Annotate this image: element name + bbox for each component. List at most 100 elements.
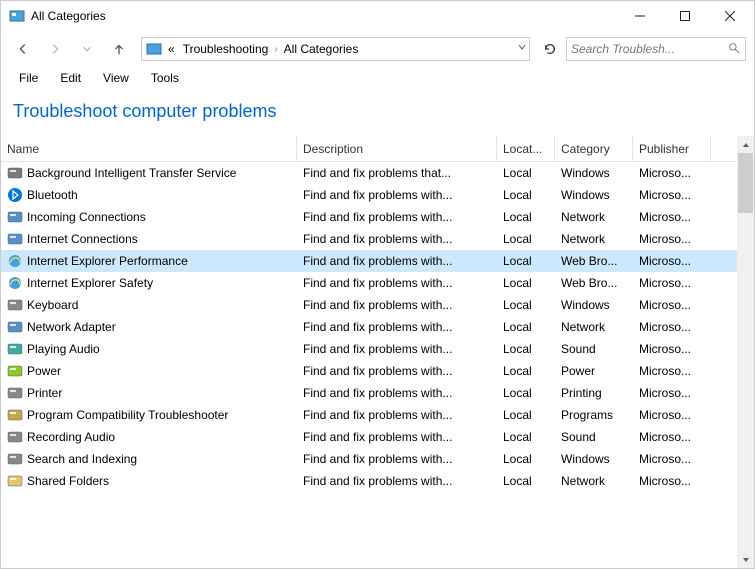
row-publisher: Microso... bbox=[633, 430, 711, 444]
close-button[interactable] bbox=[707, 2, 752, 31]
row-location: Local bbox=[497, 320, 555, 334]
column-headers: Name Description Locat... Category Publi… bbox=[1, 136, 737, 162]
row-name: Internet Explorer Performance bbox=[27, 254, 188, 268]
row-description: Find and fix problems with... bbox=[297, 298, 497, 312]
breadcrumb-seg1[interactable]: Troubleshooting bbox=[181, 42, 271, 56]
row-name: Printer bbox=[27, 386, 62, 400]
recent-dropdown[interactable] bbox=[73, 35, 101, 63]
row-name: Shared Folders bbox=[27, 474, 109, 488]
row-location: Local bbox=[497, 166, 555, 180]
row-category: Programs bbox=[555, 408, 633, 422]
row-publisher: Microso... bbox=[633, 210, 711, 224]
address-icon bbox=[146, 41, 162, 57]
page-heading: Troubleshoot computer problems bbox=[1, 93, 754, 136]
refresh-button[interactable] bbox=[538, 37, 562, 61]
search-box[interactable] bbox=[566, 37, 746, 61]
menu-view[interactable]: View bbox=[93, 69, 139, 87]
row-category: Windows bbox=[555, 166, 633, 180]
scroll-up-button[interactable] bbox=[737, 136, 754, 153]
forward-button[interactable] bbox=[41, 35, 69, 63]
address-bar[interactable]: « Troubleshooting › All Categories bbox=[141, 37, 530, 61]
row-category: Windows bbox=[555, 452, 633, 466]
minimize-button[interactable] bbox=[617, 2, 662, 31]
ie-icon bbox=[7, 253, 23, 269]
table-row[interactable]: Playing AudioFind and fix problems with.… bbox=[1, 338, 737, 360]
back-button[interactable] bbox=[9, 35, 37, 63]
row-name: Power bbox=[27, 364, 61, 378]
row-name: Search and Indexing bbox=[27, 452, 137, 466]
bt-icon bbox=[7, 187, 23, 203]
row-location: Local bbox=[497, 386, 555, 400]
table-row[interactable]: Shared FoldersFind and fix problems with… bbox=[1, 470, 737, 492]
row-name: Network Adapter bbox=[27, 320, 116, 334]
row-publisher: Microso... bbox=[633, 320, 711, 334]
row-location: Local bbox=[497, 298, 555, 312]
menu-tools[interactable]: Tools bbox=[141, 69, 189, 87]
row-publisher: Microso... bbox=[633, 254, 711, 268]
row-location: Local bbox=[497, 276, 555, 290]
row-category: Sound bbox=[555, 342, 633, 356]
list-view[interactable]: Name Description Locat... Category Publi… bbox=[1, 136, 737, 568]
row-description: Find and fix problems with... bbox=[297, 276, 497, 290]
chevron-right-icon[interactable]: › bbox=[274, 44, 277, 55]
row-location: Local bbox=[497, 408, 555, 422]
row-name: Background Intelligent Transfer Service bbox=[27, 166, 236, 180]
table-row[interactable]: Network AdapterFind and fix problems wit… bbox=[1, 316, 737, 338]
table-row[interactable]: KeyboardFind and fix problems with...Loc… bbox=[1, 294, 737, 316]
menu-edit[interactable]: Edit bbox=[50, 69, 91, 87]
row-publisher: Microso... bbox=[633, 298, 711, 312]
row-description: Find and fix problems with... bbox=[297, 364, 497, 378]
row-name: Internet Connections bbox=[27, 232, 138, 246]
title-bar: All Categories bbox=[1, 1, 754, 31]
maximize-button[interactable] bbox=[662, 2, 707, 31]
mic-icon bbox=[7, 429, 23, 445]
pwr-icon bbox=[7, 363, 23, 379]
col-category[interactable]: Category bbox=[555, 136, 633, 161]
row-category: Network bbox=[555, 232, 633, 246]
table-row[interactable]: Recording AudioFind and fix problems wit… bbox=[1, 426, 737, 448]
row-description: Find and fix problems with... bbox=[297, 452, 497, 466]
search-input[interactable] bbox=[571, 42, 728, 56]
row-location: Local bbox=[497, 210, 555, 224]
table-row[interactable]: Incoming ConnectionsFind and fix problem… bbox=[1, 206, 737, 228]
table-row[interactable]: Internet Explorer Safety Find and fix pro… bbox=[1, 272, 737, 294]
address-dropdown[interactable] bbox=[517, 41, 527, 55]
srch-icon bbox=[7, 451, 23, 467]
row-category: Sound bbox=[555, 430, 633, 444]
row-name: Internet Explorer Safety bbox=[27, 276, 153, 290]
prg-icon bbox=[7, 407, 23, 423]
row-category: Network bbox=[555, 320, 633, 334]
col-publisher[interactable]: Publisher bbox=[633, 136, 711, 161]
row-publisher: Microso... bbox=[633, 188, 711, 202]
prn-icon bbox=[7, 385, 23, 401]
col-location[interactable]: Locat... bbox=[497, 136, 555, 161]
breadcrumb-seg2[interactable]: All Categories bbox=[282, 42, 361, 56]
table-row[interactable]: Internet Explorer PerformanceFind and fi… bbox=[1, 250, 737, 272]
table-row[interactable]: BluetoothFind and fix problems with...Lo… bbox=[1, 184, 737, 206]
up-button[interactable] bbox=[105, 35, 133, 63]
scroll-track[interactable] bbox=[737, 153, 754, 551]
row-category: Network bbox=[555, 210, 633, 224]
scroll-down-button[interactable] bbox=[737, 551, 754, 568]
col-description[interactable]: Description bbox=[297, 136, 497, 161]
search-icon[interactable] bbox=[728, 42, 741, 56]
scroll-thumb[interactable] bbox=[738, 153, 753, 213]
table-row[interactable]: Background Intelligent Transfer ServiceF… bbox=[1, 162, 737, 184]
row-description: Find and fix problems with... bbox=[297, 408, 497, 422]
app-icon bbox=[9, 8, 25, 24]
row-publisher: Microso... bbox=[633, 342, 711, 356]
row-description: Find and fix problems with... bbox=[297, 232, 497, 246]
ie-icon bbox=[7, 275, 23, 291]
table-row[interactable]: Program Compatibility TroubleshooterFind… bbox=[1, 404, 737, 426]
net-icon bbox=[7, 209, 23, 225]
table-row[interactable]: PrinterFind and fix problems with...Loca… bbox=[1, 382, 737, 404]
vertical-scrollbar[interactable] bbox=[737, 136, 754, 568]
spk-icon bbox=[7, 341, 23, 357]
menu-file[interactable]: File bbox=[9, 69, 48, 87]
row-publisher: Microso... bbox=[633, 232, 711, 246]
table-row[interactable]: Search and Indexing Find and fix problems… bbox=[1, 448, 737, 470]
col-name[interactable]: Name bbox=[1, 136, 297, 161]
table-row[interactable]: PowerFind and fix problems with...LocalP… bbox=[1, 360, 737, 382]
row-location: Local bbox=[497, 232, 555, 246]
table-row[interactable]: Internet Connections Find and fix problem… bbox=[1, 228, 737, 250]
